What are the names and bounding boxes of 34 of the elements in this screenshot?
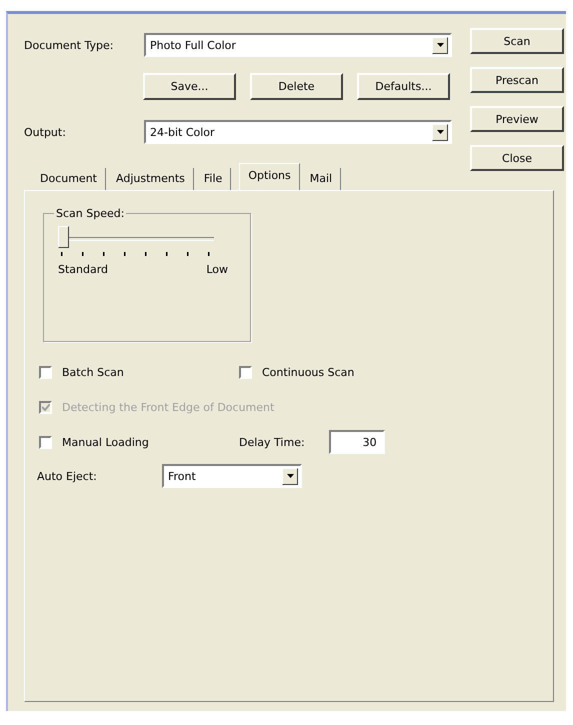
dropdown-button[interactable] [432, 124, 448, 140]
action-button[interactable]: Preview [470, 106, 564, 132]
auto-eject-dropdown[interactable]: Front [162, 464, 302, 488]
delay-time-field[interactable]: 30 [328, 430, 385, 454]
slider-thumb[interactable] [58, 226, 69, 248]
tab[interactable]: Options [239, 163, 300, 190]
slider-min-label: Standard [58, 263, 108, 276]
caret-icon [286, 474, 294, 478]
field-label: Output: [24, 126, 67, 138]
checkbox-label: Continuous Scan [262, 366, 354, 379]
checkbox[interactable] [39, 366, 52, 379]
group-title: Scan Speed: [55, 207, 126, 220]
check-icon [42, 404, 50, 411]
output-dropdown[interactable]: 24-bit Color [144, 120, 452, 144]
caret-icon [436, 130, 444, 134]
checkbox[interactable] [39, 436, 52, 448]
caret-icon [436, 43, 444, 47]
dropdown-button[interactable] [282, 468, 298, 484]
dropdown-button[interactable] [432, 36, 448, 54]
checkbox[interactable] [239, 366, 252, 379]
field-label: Auto Eject: [37, 470, 98, 482]
field-label: Delay Time: [239, 436, 305, 448]
preset-button[interactable]: Save... [143, 73, 236, 100]
preset-button[interactable]: Delete [250, 73, 343, 100]
checkbox-label: Manual Loading [62, 436, 149, 448]
document-type-dropdown[interactable]: Photo Full Color [144, 33, 452, 57]
checkbox-label: Batch Scan [62, 366, 124, 379]
field-label: Document Type: [24, 38, 114, 52]
slider-max-label: Low [206, 263, 228, 276]
action-button[interactable]: Prescan [470, 67, 564, 93]
preset-button[interactable]: Defaults... [357, 73, 450, 100]
action-button[interactable]: Scan [470, 28, 564, 54]
checkbox-label: Detecting the Front Edge of Document [62, 401, 274, 414]
action-button[interactable]: Close [470, 145, 564, 171]
